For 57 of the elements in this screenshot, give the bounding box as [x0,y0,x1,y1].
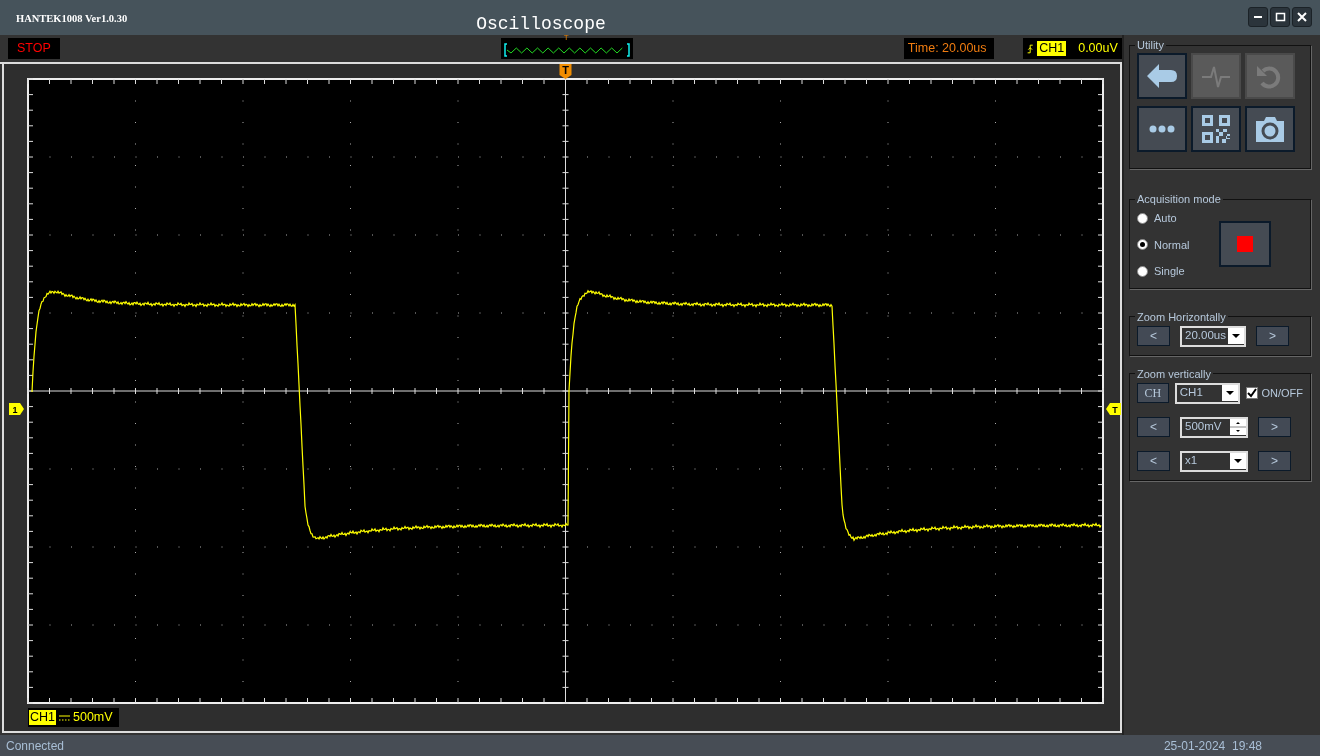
timebase-dropdown[interactable]: 20.00us [1180,325,1246,347]
more-button[interactable] [1137,106,1187,152]
channel-label: CH1 [29,710,56,725]
group-title: Acquisition mode [1136,193,1222,205]
date-time: 25-01-2024 19:48 [1163,737,1262,755]
channel-marker: 1 [9,403,24,415]
next-button[interactable]: > [1258,417,1291,437]
group-title: Utility [1136,39,1165,51]
radio-button[interactable] [1137,265,1148,277]
more-icon [1148,125,1176,133]
trigger-level-marker: T [1106,403,1121,415]
previous-button[interactable]: < [1137,451,1170,471]
caret-icon [1230,453,1246,469]
connection-status: Connected [6,737,65,755]
qr-code-button[interactable] [1191,106,1241,152]
checkbox[interactable] [1246,387,1259,399]
maximize-button[interactable] [1270,7,1290,27]
stop-icon [1237,236,1254,252]
camera-button[interactable] [1245,106,1295,152]
close-button[interactable] [1292,7,1312,27]
radio-label: Normal [1154,237,1190,253]
channel-button[interactable]: CH [1137,383,1169,403]
waveform-overview-icon [502,43,631,57]
checkbox-label: ON/OFF [1261,385,1303,401]
stop-button[interactable] [1219,221,1272,267]
dc-coupling-icon [59,713,70,722]
group-title: Zoom Horizontally [1136,310,1227,323]
radio-label: Auto [1154,211,1177,226]
spinner-arrows-icon [1230,419,1246,435]
trigger-level: 0.00uV [1078,40,1118,57]
overview-trigger-marker: T [563,33,569,43]
minimize-icon [1254,16,1262,18]
volts-per-division: 500mV [73,709,113,726]
run-state: STOP [8,38,60,59]
qr-code-icon [1199,112,1233,146]
caret-icon [1228,328,1244,344]
scale-spinner[interactable]: 500mV [1180,416,1248,438]
time-readout: Time: 20.00us [903,38,994,59]
trigger-channel: CH1 [1037,41,1067,56]
radio-button[interactable] [1137,212,1148,224]
app-heading: Oscilloscope [476,13,606,35]
previous-button[interactable]: < [1137,326,1170,346]
caret-icon [1222,385,1239,401]
back-arrow-button[interactable] [1137,53,1187,99]
close-icon [1295,10,1309,24]
group-title: Zoom vertically [1136,367,1212,380]
previous-button[interactable]: < [1137,417,1170,437]
minimize-button[interactable] [1248,7,1268,27]
trigger-position-marker: T [559,64,572,79]
radio-label: Single [1154,264,1185,279]
window-title: HANTEK1008 Ver1.0.30 [16,12,128,26]
channel-dropdown[interactable]: CH1 [1174,382,1241,404]
next-button[interactable]: > [1258,451,1291,471]
maximize-icon [1273,10,1287,24]
radio-button[interactable] [1137,239,1148,251]
probe-dropdown[interactable]: x1 [1180,450,1248,472]
next-button[interactable]: > [1256,326,1289,346]
